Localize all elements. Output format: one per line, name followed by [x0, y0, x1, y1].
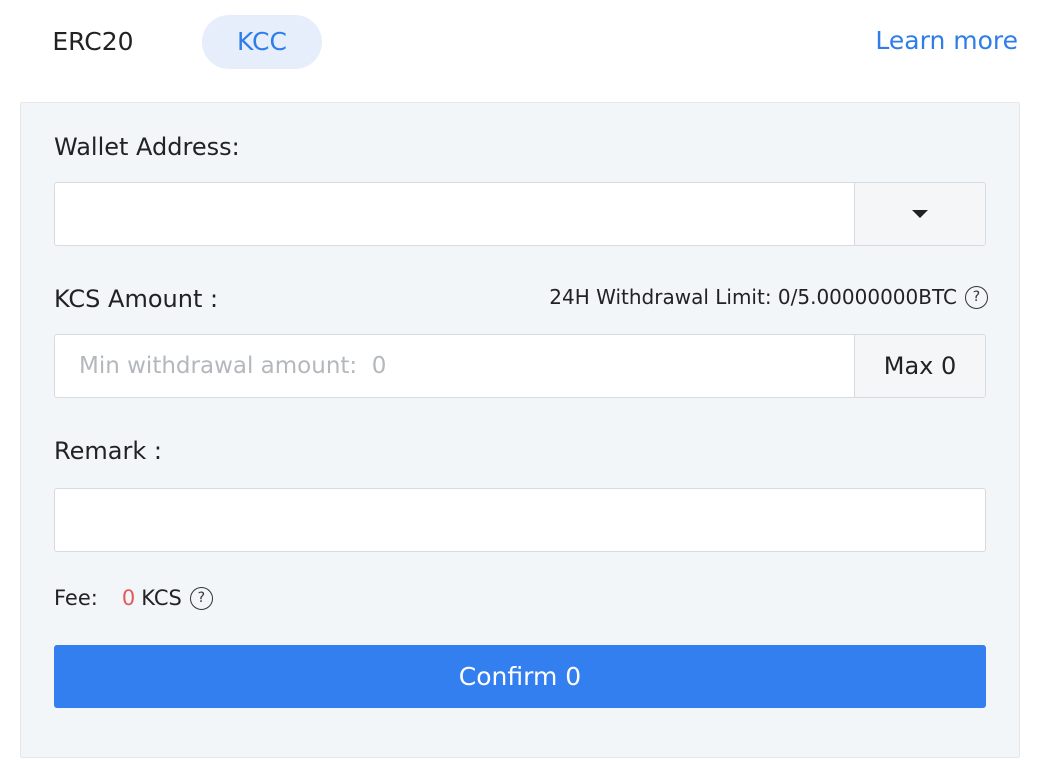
fee-value: 0	[121, 586, 136, 610]
help-icon[interactable]: ?	[965, 285, 988, 309]
wallet-address-label: Wallet Address:	[54, 133, 240, 161]
amount-field: Max 0	[54, 334, 986, 398]
remark-label: Remark :	[54, 437, 162, 465]
caret-down-icon	[912, 210, 928, 218]
confirm-button[interactable]: Confirm 0	[54, 645, 986, 708]
fee-label: Fee:	[54, 586, 98, 610]
help-icon[interactable]: ?	[189, 586, 213, 610]
wallet-address-input[interactable]	[55, 183, 854, 245]
remark-input[interactable]	[55, 489, 985, 551]
learn-more-link[interactable]: Learn more	[875, 26, 1018, 55]
remark-field	[54, 488, 986, 552]
wallet-address-dropdown-button[interactable]	[854, 183, 985, 245]
amount-label: KCS Amount :	[54, 285, 219, 313]
tab-kcc[interactable]: KCC	[202, 15, 322, 69]
fee-row: Fee: 0 KCS ?	[54, 586, 213, 610]
amount-input[interactable]	[55, 335, 854, 397]
fee-unit: KCS	[141, 586, 182, 610]
max-button[interactable]: Max 0	[854, 335, 985, 397]
wallet-address-field	[54, 182, 986, 246]
withdrawal-limit: 24H Withdrawal Limit: 0/5.00000000BTC ?	[549, 285, 988, 309]
tab-erc20[interactable]: ERC20	[30, 15, 156, 69]
withdrawal-limit-text: 24H Withdrawal Limit: 0/5.00000000BTC	[549, 285, 957, 309]
